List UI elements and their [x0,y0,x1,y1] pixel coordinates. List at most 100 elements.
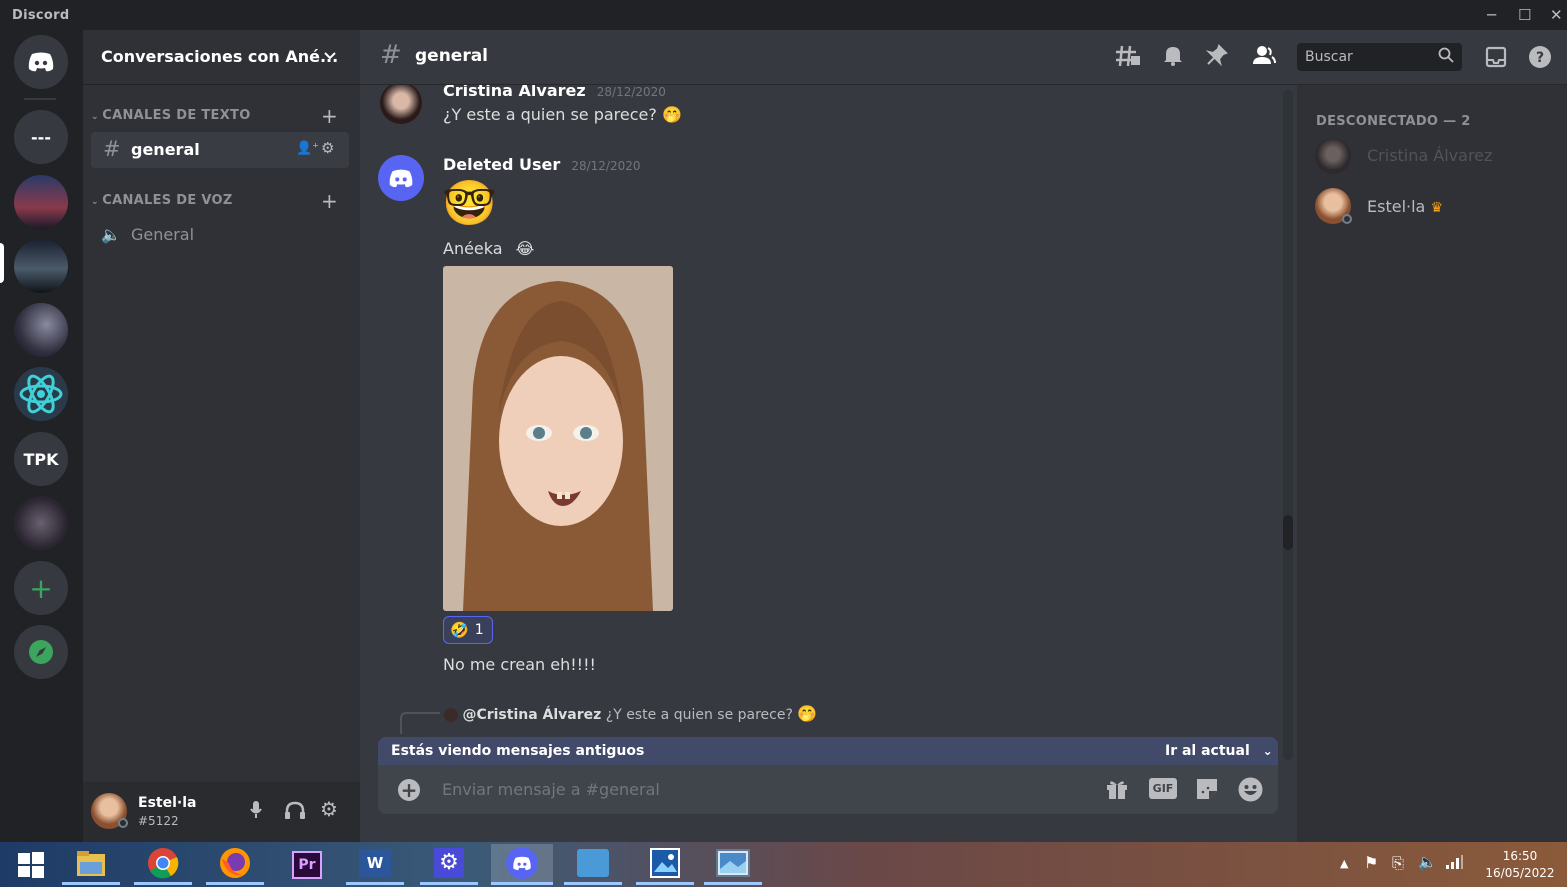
user-tag: #5122 [138,814,179,828]
reaction-button[interactable]: 🤣 1 [443,616,493,644]
message-date: 28/12/2020 [571,159,641,173]
inbox-icon[interactable] [1485,46,1507,73]
message-composer[interactable]: + Enviar mensaje a #general GIF [378,765,1278,814]
action-center-flag-icon[interactable]: ⚑ [1364,853,1378,872]
message-text: No me crean eh!!!! [443,655,596,674]
start-button[interactable] [2,844,60,885]
signal-icon[interactable] [1445,854,1463,874]
image-viewer-icon [716,849,750,877]
home-button[interactable] [14,35,68,89]
channel-sidebar: Conversaciones con Ané... ⌄ CANALES DE T… [83,30,360,842]
clock[interactable]: 16:50 16/05/2022 [1484,848,1556,882]
search-icon [1438,47,1454,67]
taskbar-photos[interactable] [636,844,694,885]
member-avatar[interactable] [1315,138,1351,174]
taskbar-settings[interactable]: ⚙ [420,844,478,885]
server-dashes[interactable]: --- [14,110,68,164]
upload-plus-icon[interactable]: + [398,779,420,801]
threads-icon[interactable] [1115,44,1141,73]
guild-header[interactable]: Conversaciones con Ané... [83,30,360,85]
status-offline-indicator [118,818,128,828]
channel-general[interactable]: # general 👤⁺ ⚙ [91,132,349,168]
author-name[interactable]: Deleted User [443,155,560,174]
add-server-button[interactable]: + [14,561,68,615]
headphones-icon[interactable] [284,801,306,825]
portrait-photo [443,266,673,611]
message-input[interactable]: Enviar mensaje a #general [442,780,660,799]
channel-name: general [131,140,200,159]
taskbar-word[interactable]: W [346,844,404,885]
rail-separator [24,98,56,100]
chevron-down-icon: ⌄ [1262,744,1273,758]
jump-to-present-button[interactable]: Ir al actual ⌄ [1165,743,1273,759]
help-icon[interactable]: ? [1528,45,1552,74]
pin-icon[interactable] [1205,44,1228,71]
reply-preview[interactable]: @Cristina Álvarez ¿Y este a quien se par… [444,704,817,723]
taskbar-discord[interactable] [491,844,553,885]
scrollbar-thumb[interactable] [1283,515,1293,550]
username: Estel·la [138,795,197,811]
app-brand: Discord [12,8,70,23]
members-icon[interactable] [1252,44,1276,71]
taskbar-premiere[interactable]: Pr [278,844,336,885]
sticker-icon[interactable] [1195,777,1219,805]
control-panel-icon [577,849,609,877]
create-voice-channel-button[interactable]: + [321,189,338,213]
reaction-count: 1 [474,622,484,638]
deleted-user-avatar[interactable] [378,155,424,201]
server-avatar-5[interactable] [14,496,68,550]
invite-icon[interactable]: 👤⁺ [296,141,319,156]
author-avatar[interactable] [380,82,422,124]
chat-header: # general Buscar ? [360,30,1567,85]
scrollbar-track[interactable] [1283,90,1293,760]
explore-servers-button[interactable] [14,625,68,679]
server-avatar-2[interactable] [14,239,68,293]
category-voice-channels[interactable]: ⌄ CANALES DE VOZ [91,193,233,208]
search-input[interactable]: Buscar [1297,43,1462,71]
emoji-picker-icon[interactable] [1238,777,1263,806]
volume-icon[interactable]: 🔈 [1418,853,1437,871]
server-rail: --- TPK + [0,30,83,842]
server-avatar-3[interactable] [14,303,68,357]
clock-time: 16:50 [1502,849,1538,863]
firefox-icon [220,848,250,878]
compass-icon [29,640,53,664]
taskbar-firefox[interactable] [206,844,264,885]
maximize-button[interactable]: ☐ [1518,6,1531,24]
microphone-icon[interactable] [249,800,263,824]
show-hidden-icons-button[interactable]: ▲ [1340,857,1348,870]
gear-icon[interactable]: ⚙ [321,139,334,157]
server-avatar-4[interactable] [14,367,68,421]
premiere-icon: Pr [292,850,322,879]
create-text-channel-button[interactable]: + [321,104,338,128]
shushing-emoji: 🤭 [797,704,818,723]
gift-icon[interactable] [1105,777,1129,805]
taskbar-chrome[interactable] [134,844,192,885]
voice-channel-general[interactable]: 🔈 General [91,217,349,253]
member-name[interactable]: Estel·la ♛ [1367,197,1443,216]
server-avatar-1[interactable] [14,175,68,229]
message-text: Anéeka 😂 [443,239,535,258]
settings-gear-icon[interactable]: ⚙ [320,797,338,821]
nerd-emoji: 🤓 [442,178,497,229]
taskbar-image-viewer[interactable] [704,844,762,885]
chevron-down-icon: ⌄ [91,197,103,207]
image-attachment[interactable] [443,266,673,611]
search-placeholder: Buscar [1305,49,1353,65]
member-name[interactable]: Cristina Álvarez [1367,146,1492,165]
taskbar-control-panel[interactable] [564,844,622,885]
speaker-icon: 🔈 [101,225,121,244]
chrome-icon [148,848,179,879]
server-tpk[interactable]: TPK [14,432,68,486]
windows-taskbar: Pr W ⚙ ▲ ⚑ ⎘ 🔈 16:50 16/05/2022 [0,842,1567,887]
laughing-emoji: 😂 [515,239,535,258]
category-text-channels[interactable]: ⌄ CANALES DE TEXTO [91,108,251,123]
gif-button[interactable]: GIF [1149,778,1177,799]
plus-icon: + [29,571,53,605]
taskbar-file-explorer[interactable] [62,844,120,885]
minimize-button[interactable]: ─ [1487,6,1496,24]
close-button[interactable]: ✕ [1550,6,1563,24]
network-icon[interactable]: ⎘ [1392,854,1404,872]
gear-icon: ⚙ [434,848,464,878]
bell-icon[interactable] [1162,44,1184,71]
